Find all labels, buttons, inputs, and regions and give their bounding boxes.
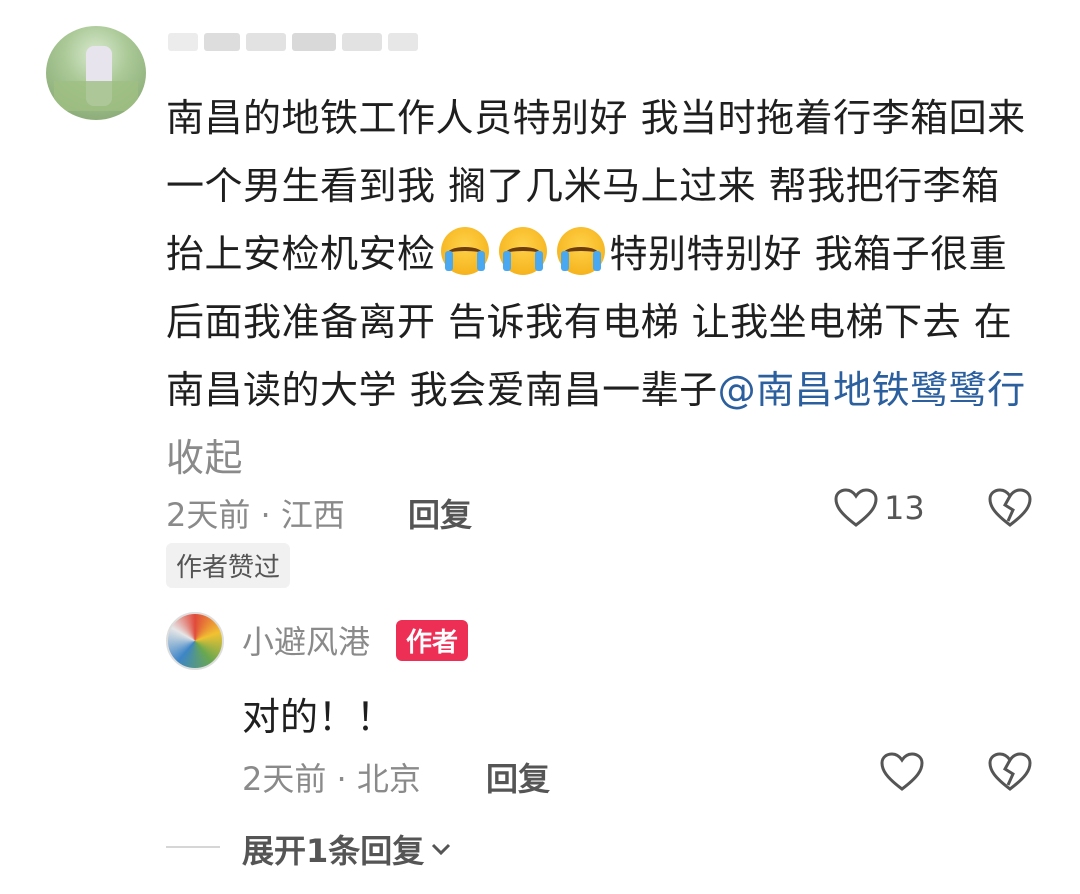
broken-heart-icon bbox=[988, 488, 1032, 528]
heart-icon bbox=[880, 752, 924, 792]
commenter-username-blurred[interactable] bbox=[168, 28, 418, 56]
avatar-grass bbox=[54, 81, 138, 111]
mention-link[interactable]: @南昌地铁鹭鹭行 bbox=[718, 368, 1026, 412]
divider-line bbox=[166, 846, 220, 848]
crying-face-emoji bbox=[440, 227, 489, 275]
reply-avatar[interactable] bbox=[166, 612, 224, 670]
author-badge: 作者 bbox=[396, 620, 469, 661]
reply-like-button[interactable] bbox=[880, 752, 924, 792]
expand-replies-button[interactable]: 展开1条回复 bbox=[242, 826, 452, 872]
comment-text: 南昌的地铁工作人员特别好 我当时拖着行李箱回来 一个男生看到我 搁了几米马上过来… bbox=[166, 84, 1036, 492]
author-liked-badge: 作者赞过 bbox=[166, 543, 291, 588]
expand-replies-label: 展开1条回复 bbox=[242, 832, 425, 870]
crying-face-emoji bbox=[556, 227, 605, 275]
comment-time-location: 2天前 · 江西 bbox=[166, 496, 345, 534]
like-button[interactable]: 13 bbox=[834, 488, 925, 528]
reply-dislike-button[interactable] bbox=[988, 752, 1032, 792]
like-count: 13 bbox=[884, 489, 925, 527]
reply-time-location: 2天前 · 北京 bbox=[242, 760, 421, 798]
collapse-button[interactable]: 收起 bbox=[166, 436, 243, 480]
dislike-button[interactable] bbox=[988, 488, 1032, 528]
reply-reply-button[interactable]: 回复 bbox=[486, 754, 550, 800]
reply-username[interactable]: 小避风港 bbox=[242, 617, 370, 663]
commenter-avatar[interactable] bbox=[46, 26, 146, 120]
reply-text: 对的！！ bbox=[242, 695, 395, 739]
broken-heart-icon bbox=[988, 752, 1032, 792]
heart-icon bbox=[834, 488, 878, 528]
crying-face-emoji bbox=[498, 227, 547, 275]
reply-button[interactable]: 回复 bbox=[408, 490, 472, 536]
chevron-down-icon bbox=[430, 841, 452, 857]
